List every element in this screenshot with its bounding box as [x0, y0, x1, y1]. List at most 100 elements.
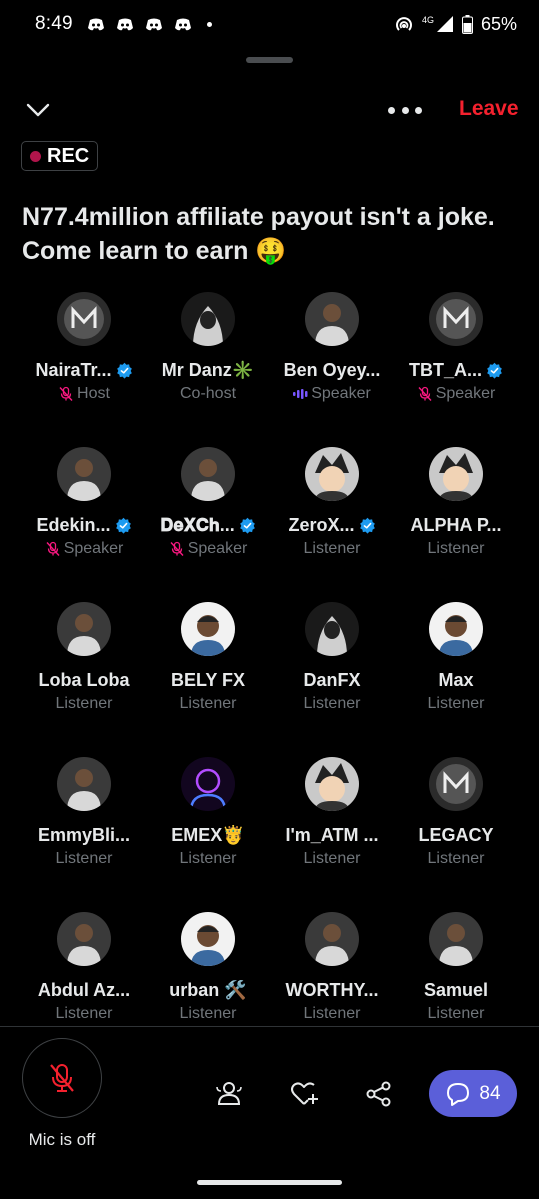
- avatar[interactable]: [305, 757, 359, 811]
- participant-name: Loba Loba: [38, 670, 130, 690]
- avatar[interactable]: [57, 447, 111, 501]
- verified-badge-icon: [359, 517, 375, 534]
- participant-name-row: ALPHA P...: [394, 515, 518, 536]
- participant-name: urban 🛠️: [169, 980, 247, 1000]
- people-button[interactable]: [213, 1078, 245, 1110]
- avatar[interactable]: [57, 757, 111, 811]
- chat-count: 84: [479, 1082, 501, 1104]
- participant-role-row: Listener: [394, 1005, 518, 1023]
- home-indicator[interactable]: [197, 1180, 342, 1185]
- speaking-indicator-icon: [293, 389, 308, 399]
- mic-muted-icon: [170, 541, 184, 556]
- participant-card[interactable]: EMEX🤴 Listener: [146, 757, 270, 897]
- participant-role: Co-host: [179, 385, 237, 402]
- participant-name-row: urban 🛠️: [146, 980, 270, 1001]
- more-options-button[interactable]: [388, 96, 422, 124]
- participant-role-row: Listener: [270, 540, 394, 558]
- participant-role-row: Listener: [394, 540, 518, 558]
- chat-bubble-icon: [447, 1082, 470, 1106]
- avatar[interactable]: [181, 912, 235, 966]
- participant-name: Mr Danz✳️: [161, 360, 255, 380]
- participant-name-row: Ben Oyey...: [270, 360, 394, 381]
- participant-card[interactable]: NairaTr... Host: [22, 292, 146, 432]
- avatar[interactable]: [57, 602, 111, 656]
- participant-role: Listener: [427, 540, 485, 557]
- mic-toggle-button[interactable]: [22, 1038, 102, 1118]
- avatar[interactable]: [429, 912, 483, 966]
- participant-name-row: WORTHY...: [270, 980, 394, 1001]
- participant-role: Listener: [55, 850, 113, 867]
- participant-role: Listener: [179, 695, 237, 712]
- chat-button[interactable]: 84: [429, 1070, 517, 1117]
- collapse-button[interactable]: [24, 96, 52, 124]
- participant-card[interactable]: BELY FX Listener: [146, 602, 270, 742]
- more-notifications-dot: [206, 21, 212, 27]
- discord-icon: [87, 17, 105, 31]
- participant-card[interactable]: TBT_A... Speaker: [394, 292, 518, 432]
- participant-card[interactable]: EmmyBli... Listener: [22, 757, 146, 897]
- mic-muted-icon: [59, 386, 73, 401]
- participant-card[interactable]: Loba Loba Listener: [22, 602, 146, 742]
- avatar[interactable]: [429, 292, 483, 346]
- participant-card[interactable]: WORTHY... Listener: [270, 912, 394, 1052]
- avatar[interactable]: [181, 602, 235, 656]
- participant-name-row: Mr Danz✳️: [146, 360, 270, 381]
- participant-role-row: Listener: [146, 850, 270, 868]
- avatar[interactable]: [429, 757, 483, 811]
- verified-badge-icon: [487, 362, 502, 379]
- network-type: 4G: [421, 15, 434, 25]
- space-title: N77.4million affiliate payout isn't a jo…: [22, 203, 495, 265]
- participant-card[interactable]: Ben Oyey... Speaker: [270, 292, 394, 432]
- participant-name-row: LEGACY: [394, 825, 518, 846]
- avatar[interactable]: [429, 602, 483, 656]
- verified-badge-icon: [116, 362, 132, 379]
- drag-handle[interactable]: [246, 57, 293, 63]
- recording-badge: REC: [21, 141, 99, 171]
- participant-card[interactable]: 𝐃𝐞𝐗𝐂𝐡... Speaker: [146, 447, 270, 587]
- participant-card[interactable]: LEGACY Listener: [394, 757, 518, 897]
- participant-role: Speaker: [311, 385, 371, 402]
- participant-card[interactable]: ZeroX... Listener: [270, 447, 394, 587]
- participant-name-row: DanFX: [270, 670, 394, 691]
- participant-role-row: Listener: [270, 850, 394, 868]
- participant-card[interactable]: Abdul Az... Listener: [22, 912, 146, 1052]
- avatar[interactable]: [429, 447, 483, 501]
- avatar[interactable]: [305, 447, 359, 501]
- react-button[interactable]: [288, 1078, 320, 1110]
- verified-badge-icon: [239, 517, 255, 534]
- participant-name-row: ZeroX...: [270, 515, 394, 536]
- heart-plus-icon: [291, 1082, 318, 1105]
- participant-card[interactable]: ALPHA P... Listener: [394, 447, 518, 587]
- share-button[interactable]: [363, 1078, 395, 1110]
- participant-name-row: Max: [394, 670, 518, 691]
- avatar[interactable]: [181, 757, 235, 811]
- avatar[interactable]: [181, 292, 235, 346]
- participant-name: Abdul Az...: [37, 980, 131, 1000]
- avatar[interactable]: [305, 602, 359, 656]
- status-right: 4G 65%: [394, 14, 517, 35]
- avatar[interactable]: [181, 447, 235, 501]
- rec-label: REC: [47, 144, 90, 167]
- leave-button[interactable]: Leave: [459, 97, 519, 121]
- avatar[interactable]: [305, 912, 359, 966]
- participant-role: Listener: [303, 540, 361, 557]
- participant-card[interactable]: I'm_ATM ... Listener: [270, 757, 394, 897]
- participant-name-row: NairaTr...: [22, 360, 146, 381]
- participant-card[interactable]: urban 🛠️ Listener: [146, 912, 270, 1052]
- verified-badge-icon: [115, 517, 131, 534]
- avatar[interactable]: [57, 912, 111, 966]
- participant-role: Listener: [179, 850, 237, 867]
- notification-icons: [87, 17, 212, 31]
- battery-level: 65%: [480, 13, 517, 34]
- participant-role: Listener: [303, 695, 361, 712]
- participant-card[interactable]: Edekin... Speaker: [22, 447, 146, 587]
- avatar[interactable]: [305, 292, 359, 346]
- participant-card[interactable]: Max Listener: [394, 602, 518, 742]
- participant-card[interactable]: DanFX Listener: [270, 602, 394, 742]
- avatar[interactable]: [57, 292, 111, 346]
- participant-card[interactable]: Mr Danz✳️ Co-host: [146, 292, 270, 432]
- discord-icon: [145, 17, 163, 31]
- participant-role: Listener: [55, 1005, 113, 1022]
- space-header: Leave: [0, 88, 539, 132]
- participant-card[interactable]: Samuel Listener: [394, 912, 518, 1052]
